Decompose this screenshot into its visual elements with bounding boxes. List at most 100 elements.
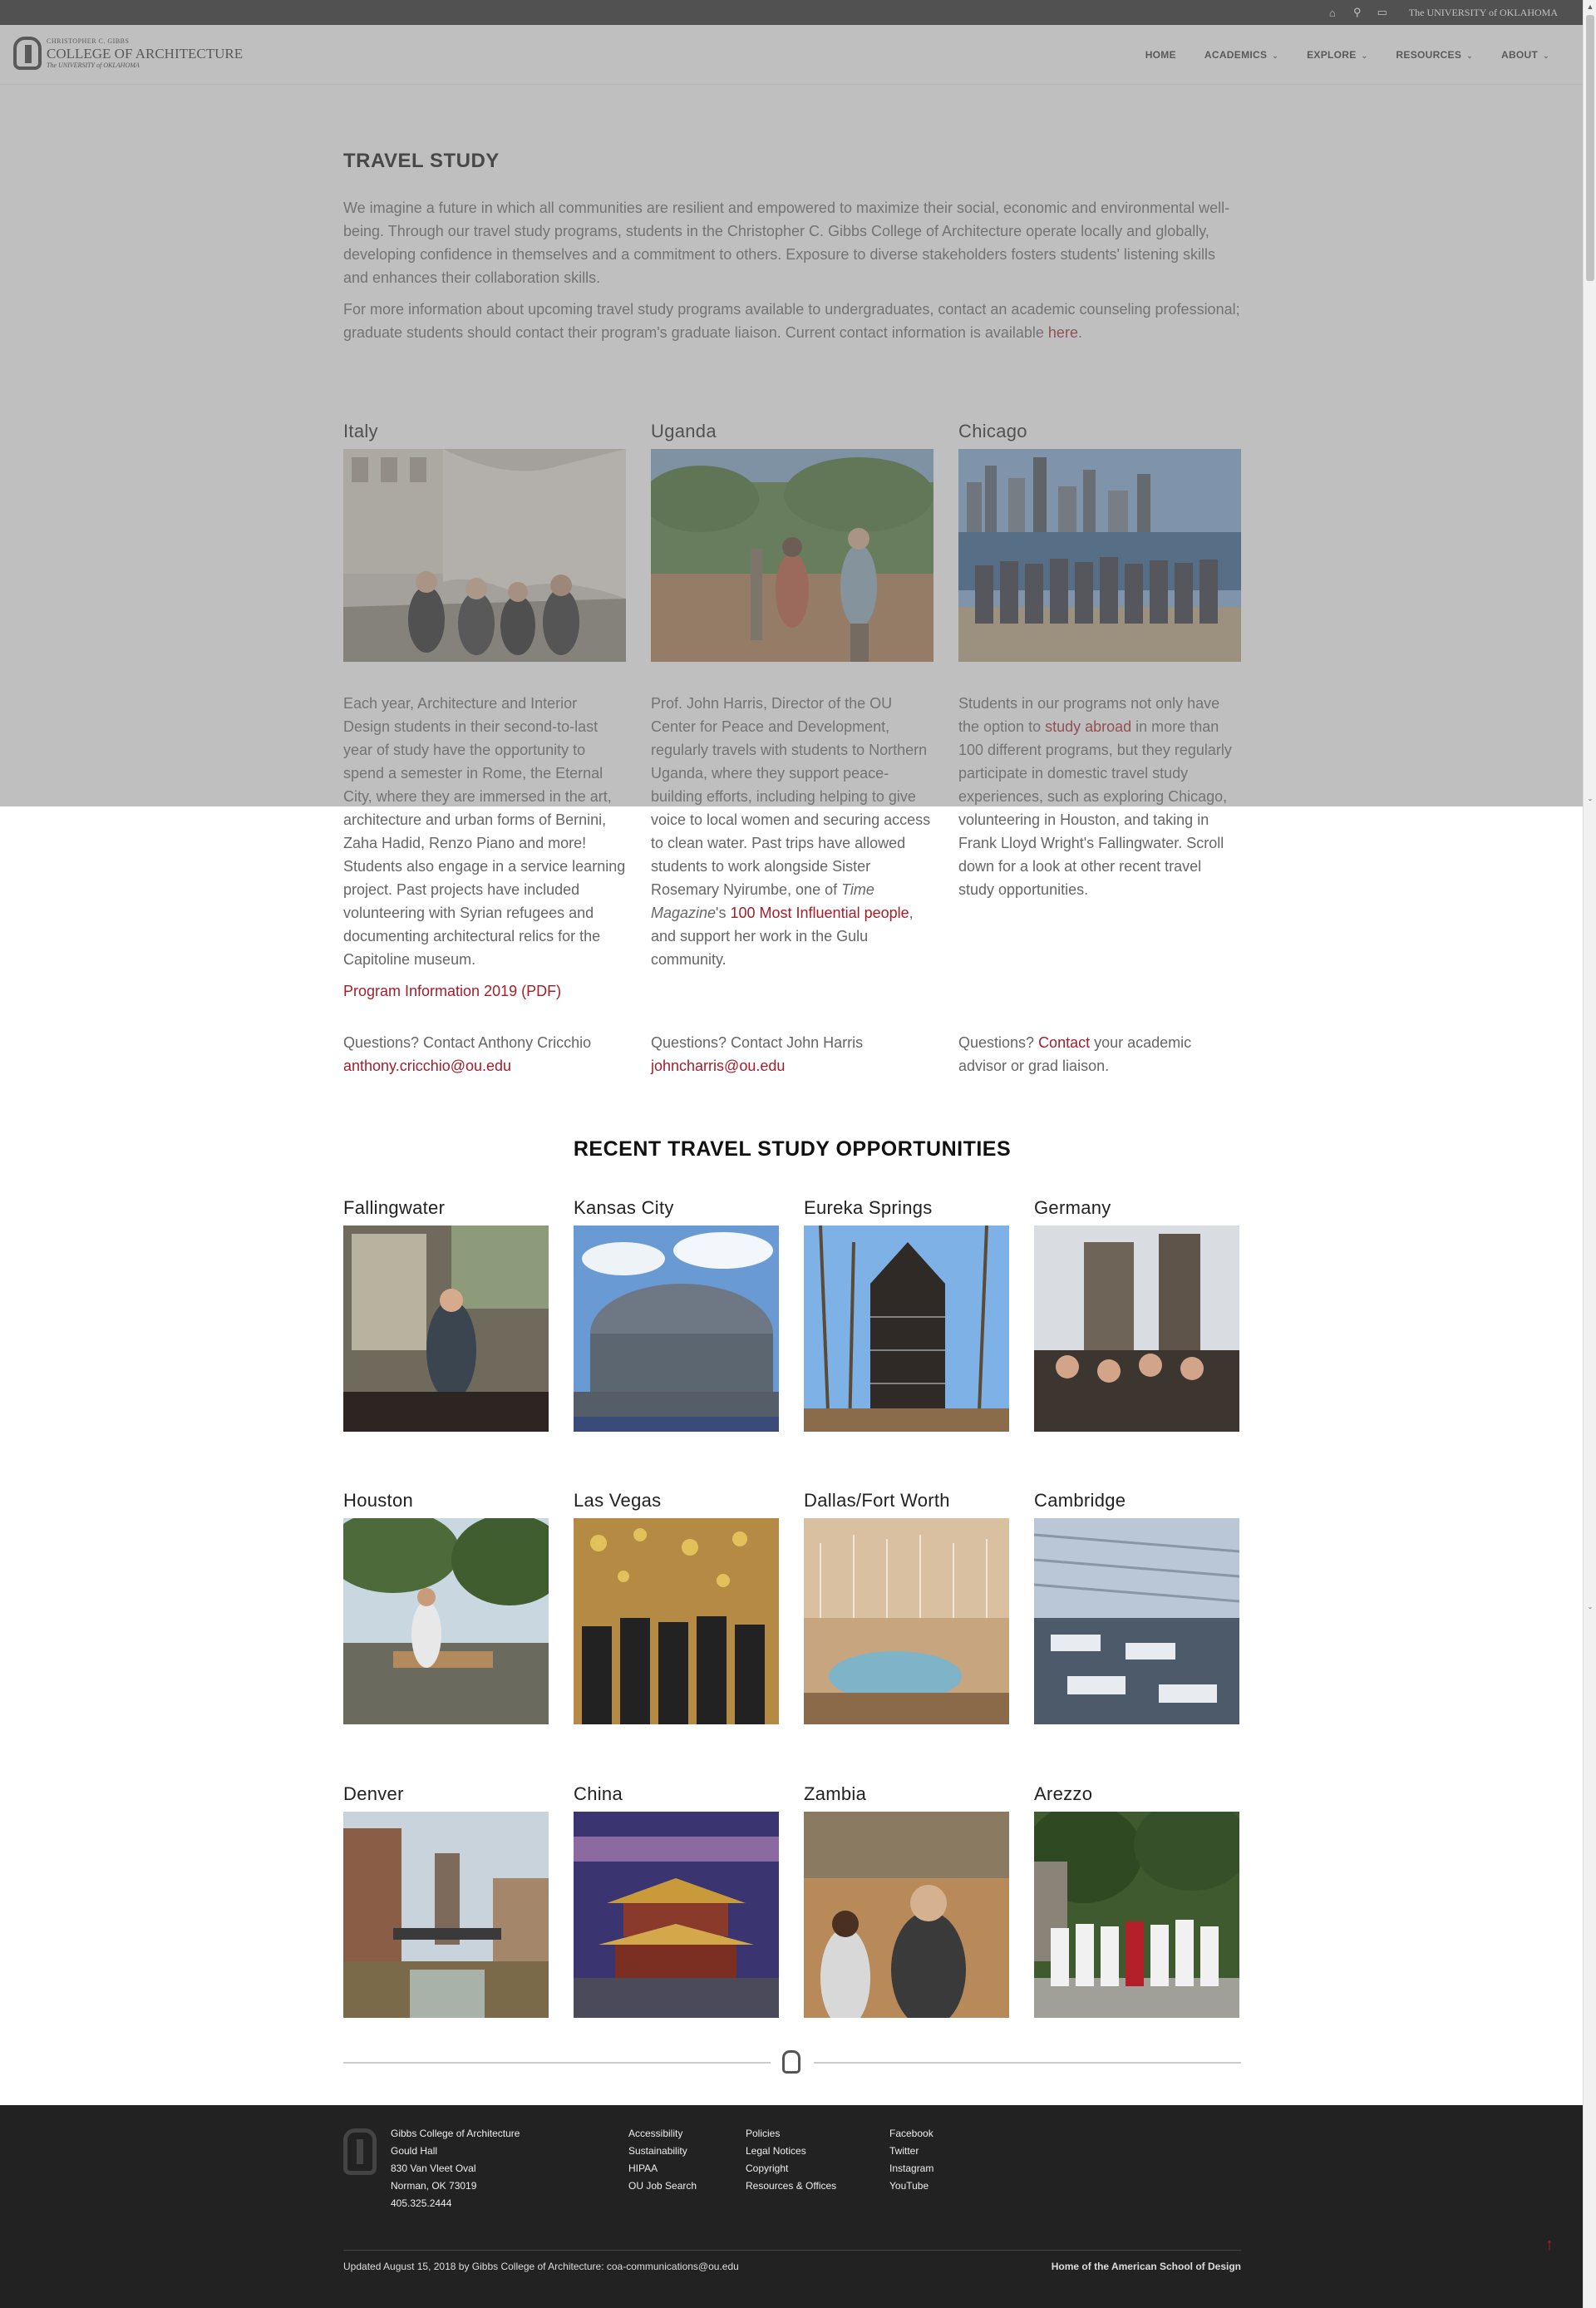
footer-link[interactable]: Sustainability bbox=[628, 2143, 697, 2160]
program-contact: Questions? Contact your academic advisor… bbox=[958, 1034, 1192, 1074]
instagram-link[interactable]: Instagram bbox=[889, 2160, 933, 2177]
recent-section-title: RECENT TRAVEL STUDY OPPORTUNITIES bbox=[573, 1137, 1012, 1161]
program-info-pdf-link[interactable]: Program Information 2019 (PDF) bbox=[343, 983, 561, 999]
recent-card-arezzo[interactable]: Arezzo bbox=[1034, 1783, 1239, 2018]
program-italy: Italy Each year, Architecture and Interi… bbox=[343, 421, 626, 1074]
card-title: Cambridge bbox=[1034, 1490, 1126, 1511]
section-divider bbox=[343, 2050, 1241, 2074]
card-title: Houston bbox=[343, 1490, 414, 1511]
zambia-photo bbox=[804, 1812, 1009, 2018]
youtube-link[interactable]: YouTube bbox=[889, 2177, 933, 2195]
university-link[interactable]: The UNIVERSITY of OKLAHOMA bbox=[1409, 7, 1558, 19]
intro-paragraph-2: For more information about upcoming trav… bbox=[343, 301, 1240, 341]
dallas-fort-worth-photo bbox=[804, 1518, 1009, 1724]
main-nav: HOME ACADEMICS ⌄ EXPLORE ⌄ RESOURCES ⌄ ABOU… bbox=[1145, 25, 1549, 85]
college-logo[interactable]: CHRISTOPHER C. GIBBS COLLEGE OF ARCHITEC… bbox=[13, 37, 243, 70]
intro-paragraph-1: We imagine a future in which all communi… bbox=[343, 200, 1230, 286]
denver-photo bbox=[343, 1812, 549, 2018]
recent-card-cambridge[interactable]: Cambridge bbox=[1034, 1490, 1239, 1724]
nav-academics[interactable]: ACADEMICS ⌄ bbox=[1204, 49, 1278, 61]
fallingwater-photo bbox=[343, 1226, 549, 1432]
program-title: Uganda bbox=[651, 421, 717, 441]
footer-link[interactable]: Copyright bbox=[746, 2160, 836, 2177]
eureka-springs-photo bbox=[804, 1226, 1009, 1432]
logo-line-1: CHRISTOPHER C. GIBBS bbox=[47, 37, 130, 45]
nav-home[interactable]: HOME bbox=[1145, 49, 1176, 61]
card-title: Zambia bbox=[804, 1783, 867, 1804]
recent-row-2: Houston Las Vegas Dallas/Fort Worth Camb… bbox=[343, 1490, 1241, 1724]
updated-note: Updated August 15, 2018 by Gibbs College… bbox=[343, 2261, 739, 2272]
card-title: Dallas/Fort Worth bbox=[804, 1490, 950, 1511]
program-contact: Questions? Contact John Harris johncharr… bbox=[651, 1034, 864, 1074]
china-photo bbox=[574, 1812, 779, 2018]
uganda-photo bbox=[651, 449, 933, 662]
scroll-marker-icon: ⌄ bbox=[1587, 795, 1594, 802]
recent-card-germany[interactable]: Germany bbox=[1034, 1197, 1239, 1432]
program-chicago: Chicago Students in our programs not onl… bbox=[958, 421, 1241, 1074]
facebook-link[interactable]: Facebook bbox=[889, 2125, 933, 2143]
ou-logo-icon bbox=[782, 2050, 800, 2074]
contact-info-link[interactable]: here bbox=[1048, 324, 1078, 341]
ou-footer-logo-icon bbox=[343, 2128, 377, 2175]
twitter-link[interactable]: Twitter bbox=[889, 2143, 933, 2160]
program-uganda: Uganda Prof. John Harris, Director of th… bbox=[651, 421, 933, 1074]
recent-card-eureka-springs[interactable]: Eureka Springs bbox=[804, 1197, 1009, 1432]
influential-people-link[interactable]: 100 Most Influential people bbox=[730, 905, 909, 921]
page-scrollbar[interactable]: ▲ ⌄ ⌄ bbox=[1583, 0, 1596, 2308]
programs-section: Italy Each year, Architecture and Interi… bbox=[343, 421, 1241, 1074]
footer-link[interactable]: OU Job Search bbox=[628, 2177, 697, 2195]
logo-line-2: COLLEGE OF ARCHITECTURE bbox=[47, 45, 244, 62]
recent-card-china[interactable]: China bbox=[574, 1783, 779, 2018]
chevron-down-icon: ⌄ bbox=[1272, 52, 1279, 60]
card-title: Arezzo bbox=[1034, 1783, 1093, 1804]
nav-explore[interactable]: EXPLORE ⌄ bbox=[1307, 49, 1367, 61]
footer-link[interactable]: Policies bbox=[746, 2125, 836, 2143]
scroll-thumb[interactable] bbox=[1586, 15, 1594, 281]
contact-email-link[interactable]: johncharris@ou.edu bbox=[651, 1058, 785, 1074]
recent-card-dallas-fort-worth[interactable]: Dallas/Fort Worth bbox=[804, 1490, 1009, 1724]
scroll-up-icon[interactable]: ▲ bbox=[1584, 0, 1596, 13]
page-title: TRAVEL STUDY bbox=[343, 150, 500, 172]
chevron-down-icon: ⌄ bbox=[1466, 52, 1473, 60]
program-description: Prof. John Harris, Director of the OU Ce… bbox=[651, 695, 931, 968]
back-to-top-icon[interactable]: ↑ bbox=[1538, 2233, 1561, 2256]
recent-card-denver[interactable]: Denver bbox=[343, 1783, 549, 2018]
germany-photo bbox=[1034, 1226, 1239, 1432]
recent-card-zambia[interactable]: Zambia bbox=[804, 1783, 1009, 2018]
footer-link[interactable]: Legal Notices bbox=[746, 2143, 836, 2160]
las-vegas-photo bbox=[574, 1518, 779, 1724]
chicago-photo bbox=[958, 449, 1241, 662]
recent-card-las-vegas[interactable]: Las Vegas bbox=[574, 1490, 779, 1724]
nav-about[interactable]: ABOUT ⌄ bbox=[1501, 49, 1549, 61]
footer-link[interactable]: HIPAA bbox=[628, 2160, 697, 2177]
contact-link[interactable]: Contact bbox=[1038, 1034, 1090, 1051]
footer-link[interactable]: Resources & Offices bbox=[746, 2177, 836, 2195]
home-icon[interactable]: ⌂ bbox=[1326, 7, 1339, 19]
utility-bar: ⌂ ⚲ ▭ The UNIVERSITY of OKLAHOMA bbox=[0, 0, 1583, 25]
recent-card-fallingwater[interactable]: Fallingwater bbox=[343, 1197, 549, 1432]
recent-card-houston[interactable]: Houston bbox=[343, 1490, 549, 1724]
contact-email-link[interactable]: anthony.cricchio@ou.edu bbox=[343, 1058, 511, 1074]
card-title: Denver bbox=[343, 1783, 404, 1804]
chat-icon[interactable]: ▭ bbox=[1376, 6, 1389, 19]
chevron-down-icon: ⌄ bbox=[1361, 52, 1368, 60]
footer-links-1: Accessibility Sustainability HIPAA OU Jo… bbox=[628, 2125, 697, 2195]
search-icon[interactable]: ⚲ bbox=[1351, 6, 1364, 19]
card-title: Eureka Springs bbox=[804, 1197, 933, 1218]
card-title: Fallingwater bbox=[343, 1197, 446, 1218]
footer-social: Facebook Twitter Instagram YouTube bbox=[889, 2125, 933, 2195]
site-footer: Gibbs College of Architecture Gould Hall… bbox=[0, 2105, 1583, 2308]
footer-links-2: Policies Legal Notices Copyright Resourc… bbox=[746, 2125, 836, 2195]
recent-row-1: Fallingwater Kansas City Eureka Springs … bbox=[343, 1197, 1241, 1432]
card-title: China bbox=[574, 1783, 623, 1804]
arezzo-photo bbox=[1034, 1812, 1239, 2018]
footer-link[interactable]: Accessibility bbox=[628, 2125, 697, 2143]
footer-tagline: Home of the American School of Design bbox=[1051, 2261, 1241, 2272]
card-title: Kansas City bbox=[574, 1197, 674, 1218]
chevron-down-icon: ⌄ bbox=[1543, 52, 1549, 60]
recent-card-kansas-city[interactable]: Kansas City bbox=[574, 1197, 779, 1432]
intro-section: TRAVEL STUDY We imagine a future in whic… bbox=[343, 150, 1241, 353]
study-abroad-link[interactable]: study abroad bbox=[1045, 718, 1131, 735]
nav-resources[interactable]: RESOURCES ⌄ bbox=[1396, 49, 1473, 61]
logo-line-3: The UNIVERSITY of OKLAHOMA bbox=[47, 61, 140, 69]
